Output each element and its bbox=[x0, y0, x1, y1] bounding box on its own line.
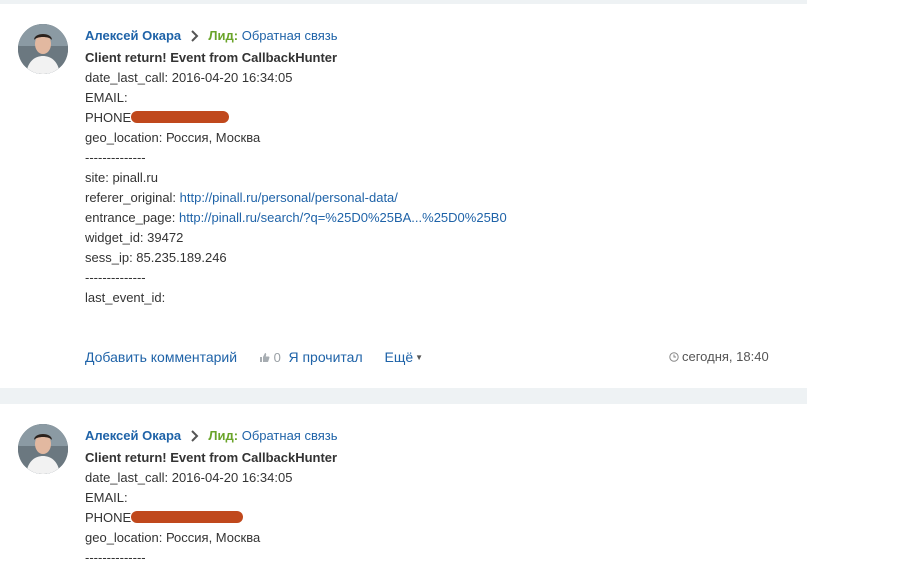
post-body: Client return! Event from CallbackHunter… bbox=[85, 48, 507, 308]
post-title: Client return! Event from CallbackHunter bbox=[85, 50, 338, 65]
field-date-last-call: date_last_call: 2016-04-20 16:34:05 bbox=[85, 470, 293, 485]
author-name[interactable]: Алексей Окара bbox=[85, 428, 181, 443]
separator-line: -------------- bbox=[85, 270, 146, 285]
feed-post: Алексей Окара Лид: Обратная связь Client… bbox=[0, 24, 807, 384]
clock-icon bbox=[669, 349, 682, 364]
more-menu-button[interactable]: Ещё ▼ bbox=[385, 349, 424, 365]
phone-redaction bbox=[131, 111, 230, 123]
author-name[interactable]: Алексей Окара bbox=[85, 28, 181, 43]
field-referer: referer_original: http://pinall.ru/perso… bbox=[85, 188, 507, 208]
referer-label: referer_original: bbox=[85, 190, 180, 205]
top-divider-band bbox=[0, 0, 807, 4]
entrance-link[interactable]: http://pinall.ru/search/?q=%25D0%25BA...… bbox=[179, 210, 507, 225]
lead-label: Лид: bbox=[208, 28, 239, 43]
post-body: Client return! Event from CallbackHunter… bbox=[85, 448, 337, 568]
field-sess-ip: sess_ip: 85.235.189.246 bbox=[85, 250, 227, 265]
timestamp-text: сегодня, 18:40 bbox=[682, 349, 769, 364]
separator-line: -------------- bbox=[85, 150, 146, 165]
referer-link[interactable]: http://pinall.ru/personal/personal-data/ bbox=[180, 190, 398, 205]
lead-target-link[interactable]: Обратная связь bbox=[242, 428, 338, 443]
more-label: Ещё bbox=[384, 349, 414, 365]
field-date-last-call: date_last_call: 2016-04-20 16:34:05 bbox=[85, 70, 293, 85]
field-geo-location: geo_location: Россия, Москва bbox=[85, 530, 261, 545]
i-read-button[interactable]: Я прочитал bbox=[288, 349, 362, 365]
likes-count: 0 bbox=[273, 350, 281, 365]
post-header: Алексей Окара Лид: Обратная связь bbox=[85, 28, 337, 44]
entrance-label: entrance_page: bbox=[85, 210, 179, 225]
chevron-right-icon bbox=[185, 428, 205, 444]
field-last-event-id: last_event_id: bbox=[85, 290, 166, 305]
lead-target-link[interactable]: Обратная связь bbox=[242, 28, 338, 43]
field-site: site: pinall.ru bbox=[85, 170, 158, 185]
field-entrance-page: entrance_page: http://pinall.ru/search/?… bbox=[85, 208, 507, 228]
phone-label: PHONE bbox=[85, 510, 132, 525]
post-timestamp: сегодня, 18:40 bbox=[669, 349, 769, 364]
lead-label: Лид: bbox=[208, 428, 239, 443]
field-geo-location: geo_location: Россия, Москва bbox=[85, 130, 261, 145]
add-comment-link[interactable]: Добавить комментарий bbox=[85, 349, 237, 365]
like-control[interactable]: 0 bbox=[259, 350, 284, 365]
phone-redaction bbox=[131, 511, 244, 523]
author-avatar[interactable] bbox=[18, 24, 68, 74]
field-email: EMAIL: bbox=[85, 490, 128, 505]
post-header: Алексей Окара Лид: Обратная связь bbox=[85, 428, 337, 444]
thumbs-up-icon bbox=[259, 350, 270, 365]
phone-label: PHONE bbox=[85, 110, 132, 125]
separator-line: -------------- bbox=[85, 550, 146, 565]
post-divider-band bbox=[0, 388, 807, 404]
field-widget-id: widget_id: 39472 bbox=[85, 230, 184, 245]
field-phone: PHONE bbox=[85, 508, 337, 528]
caret-down-icon: ▼ bbox=[415, 353, 424, 362]
post-title: Client return! Event from CallbackHunter bbox=[85, 450, 338, 465]
feed-post: Алексей Окара Лид: Обратная связь Client… bbox=[0, 424, 807, 567]
chevron-right-icon bbox=[185, 28, 205, 44]
field-phone: PHONE bbox=[85, 108, 507, 128]
post-actions: Добавить комментарий 0 Я прочитал Ещё ▼ bbox=[85, 349, 423, 366]
author-avatar[interactable] bbox=[18, 424, 68, 474]
field-email: EMAIL: bbox=[85, 90, 128, 105]
